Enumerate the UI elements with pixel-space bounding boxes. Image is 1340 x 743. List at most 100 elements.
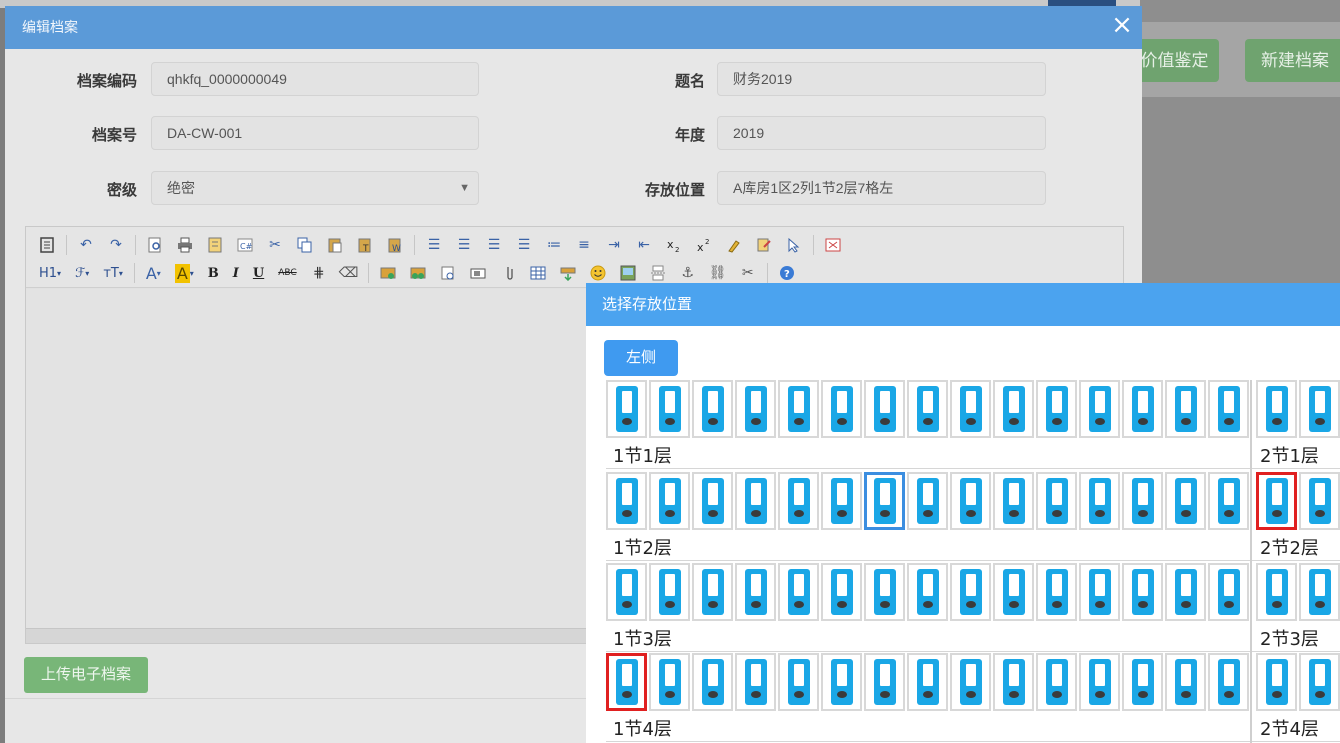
shelf-cell[interactable] [1036,563,1077,621]
subscript-icon[interactable]: x2 [663,234,685,256]
shelf-cell[interactable] [993,472,1034,530]
select-all-icon[interactable] [753,234,775,256]
location-field[interactable]: A库房1区2列1节2层7格左 [717,171,1046,205]
shelf-cell[interactable] [649,563,690,621]
shelf-cell[interactable] [1036,653,1077,711]
shelf-cell[interactable] [606,472,647,530]
unordered-list-icon[interactable]: ≡ [573,234,595,256]
copy-icon[interactable] [294,234,316,256]
shelf-cell[interactable] [778,472,819,530]
shelf-cell[interactable] [950,472,991,530]
shelf-cell[interactable] [1079,472,1120,530]
strikethrough-button[interactable]: ABC [275,262,299,284]
shelf-cell[interactable] [993,563,1034,621]
attachment-icon[interactable] [497,262,519,284]
shelf-cell[interactable] [692,380,733,438]
shelf-cell[interactable] [735,472,776,530]
shelf-cell[interactable] [907,472,948,530]
shelf-cell[interactable] [1256,472,1297,530]
shelf-cell[interactable] [692,472,733,530]
emotion-picture-icon[interactable] [437,262,459,284]
font-family-dropdown[interactable]: ℱ ▾ [72,262,92,284]
shelf-cell[interactable] [778,653,819,711]
shelf-cell[interactable] [1165,472,1206,530]
shelf-cell[interactable] [907,653,948,711]
shelf-cell[interactable] [649,653,690,711]
shelf-cell[interactable] [1299,472,1340,530]
shelf-cell[interactable] [778,563,819,621]
shelf-cell[interactable] [649,472,690,530]
shelf-cell[interactable] [1299,653,1340,711]
font-color-dropdown[interactable]: A ▾ [143,262,164,284]
shelf-cell[interactable] [1122,563,1163,621]
shelf-cell[interactable] [1208,563,1249,621]
shelf-cell[interactable] [1079,653,1120,711]
shelf-cell[interactable] [950,563,991,621]
shelf-cell[interactable] [1079,380,1120,438]
insert-video-icon[interactable] [467,262,489,284]
shelf-cell[interactable] [1122,380,1163,438]
shelf-cell[interactable] [821,653,862,711]
shelf-cell[interactable] [1256,653,1297,711]
shelf-cell[interactable] [649,380,690,438]
upload-electronic-archive-button[interactable]: 上传电子档案 [24,657,148,693]
align-center-icon[interactable]: ☰ [453,234,475,256]
italic-button[interactable]: I [230,262,242,284]
shelf-cell[interactable] [1079,563,1120,621]
code-icon[interactable]: C# [234,234,256,256]
unlink-icon[interactable]: ✂ [737,262,759,284]
shelf-cell[interactable] [950,380,991,438]
font-size-dropdown[interactable]: тT ▾ [100,262,126,284]
shelf-cell[interactable] [993,653,1034,711]
shelf-cell[interactable] [907,563,948,621]
align-left-icon[interactable]: ☰ [423,234,445,256]
shelf-cell[interactable] [864,653,905,711]
link-icon[interactable]: ⛓ [707,262,729,284]
archive-number-field[interactable]: DA-CW-001 [151,116,479,150]
shelf-cell[interactable] [735,380,776,438]
shelf-cell[interactable] [735,653,776,711]
paste-word-icon[interactable]: W [384,234,406,256]
insert-multi-image-icon[interactable] [407,262,429,284]
undo-icon[interactable]: ↶ [75,234,97,256]
shelf-cell[interactable] [692,563,733,621]
cursor-icon[interactable] [783,234,805,256]
redo-icon[interactable]: ↷ [105,234,127,256]
shelf-cell[interactable] [1036,472,1077,530]
cut-icon[interactable]: ✂ [264,234,286,256]
insert-image-icon[interactable] [377,262,399,284]
preview-icon[interactable] [144,234,166,256]
shelf-cell[interactable] [1208,653,1249,711]
help-icon[interactable]: ? [776,262,798,284]
eraser-icon[interactable]: ⌫ [338,262,360,284]
background-color-dropdown[interactable]: A ▾ [172,262,197,284]
shelf-cell[interactable] [821,563,862,621]
outdent-icon[interactable]: ⇤ [633,234,655,256]
paste-icon[interactable] [324,234,346,256]
shelf-cell[interactable] [864,563,905,621]
page-break-icon[interactable] [647,262,669,284]
shelf-cell[interactable] [1122,472,1163,530]
shelf-cell[interactable] [1165,563,1206,621]
shelf-cell[interactable] [1165,380,1206,438]
shelf-cell[interactable] [864,472,905,530]
fullscreen-icon[interactable] [822,234,844,256]
shelf-cell[interactable] [950,653,991,711]
source-icon[interactable] [36,234,58,256]
archive-code-field[interactable]: qhkfq_0000000049 [151,62,479,96]
paste-text-icon[interactable]: T [354,234,376,256]
close-icon[interactable]: × [1110,12,1134,38]
shelf-cell[interactable] [821,472,862,530]
shelf-cell[interactable] [993,380,1034,438]
shelf-cell[interactable] [735,563,776,621]
shelf-cell[interactable] [778,380,819,438]
underline-button[interactable]: U [250,262,267,284]
shelf-cell[interactable] [1208,472,1249,530]
ordered-list-icon[interactable]: ≔ [543,234,565,256]
shelf-cell[interactable] [864,380,905,438]
align-right-icon[interactable]: ☰ [483,234,505,256]
insert-table-icon[interactable] [527,262,549,284]
shelf-cell[interactable] [1208,380,1249,438]
align-justify-icon[interactable]: ☰ [513,234,535,256]
clear-format-icon[interactable] [723,234,745,256]
